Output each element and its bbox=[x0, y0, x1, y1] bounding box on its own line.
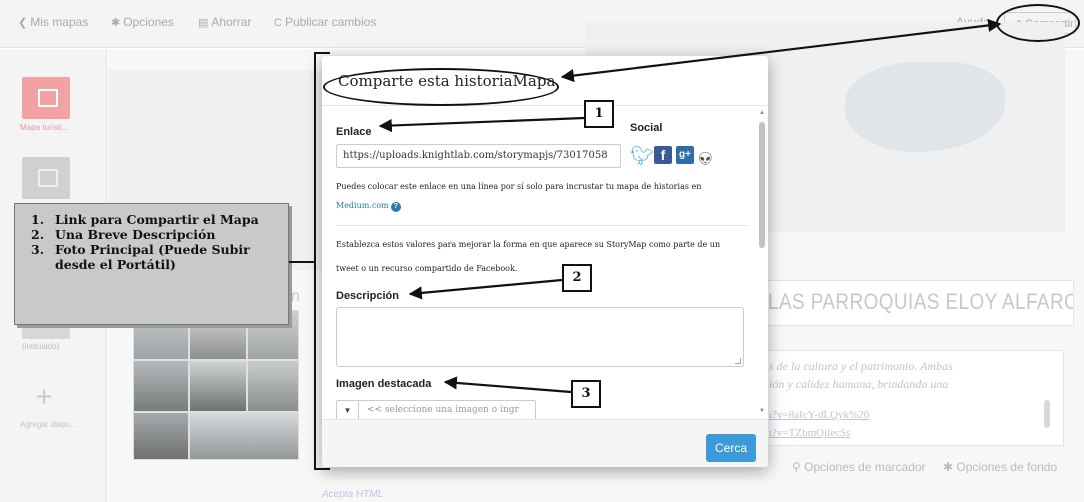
arrow-share-to-title bbox=[560, 18, 1002, 83]
annotation-arrows bbox=[289, 18, 1002, 394]
arrow-1 bbox=[378, 116, 585, 133]
arrow-3 bbox=[443, 376, 572, 394]
arrow-2 bbox=[408, 278, 563, 300]
